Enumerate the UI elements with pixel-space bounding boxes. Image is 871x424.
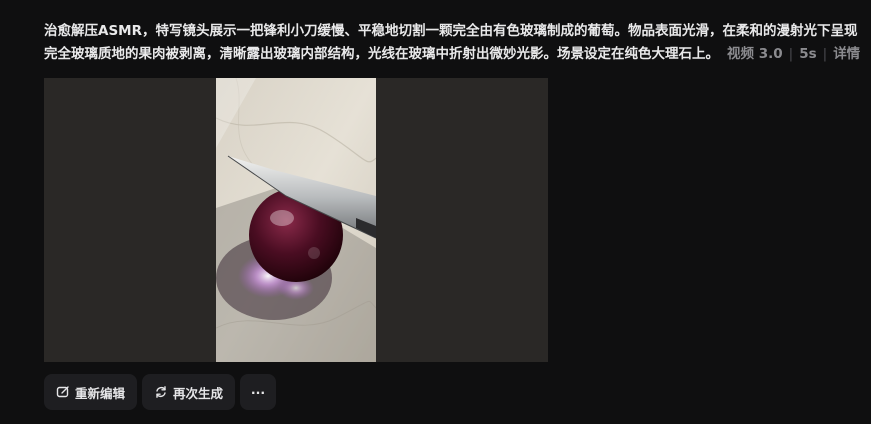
prompt-line-1: 治愈解压ASMR，特写镜头展示一把锋利小刀缓慢、平稳地切割一颗完全由有色玻璃制成… [44, 23, 858, 39]
more-options-button[interactable]: ··· [240, 374, 277, 410]
video-preview[interactable] [44, 78, 548, 362]
edit-icon [56, 386, 69, 398]
reedit-button-label: 重新编辑 [75, 385, 126, 401]
glass-grape-cutting-image [216, 78, 376, 362]
prompt-line-2: 完全玻璃质地的果肉被剥离，清晰露出玻璃内部结构，光线在玻璃中折射出微妙光影。场景… [44, 43, 871, 66]
prompt-text: 治愈解压ASMR，特写镜头展示一把锋利小刀缓慢、平稳地切割一颗完全由有色玻璃制成… [44, 20, 871, 66]
meta-separator: | [788, 46, 794, 62]
generation-card: 治愈解压ASMR，特写镜头展示一把锋利小刀缓慢、平稳地切割一颗完全由有色玻璃制成… [0, 0, 871, 424]
action-bar: 重新编辑 再次生成 ··· [44, 374, 277, 410]
regenerate-button[interactable]: 再次生成 [142, 374, 236, 410]
generation-meta: 视频 3.0 | 5s | 详情 [727, 46, 860, 62]
more-icon: ··· [250, 384, 266, 400]
reedit-button[interactable]: 重新编辑 [44, 374, 138, 410]
duration-label: 5s [799, 46, 817, 62]
regenerate-button-label: 再次生成 [173, 385, 224, 401]
video-thumbnail[interactable] [216, 78, 376, 362]
meta-separator: | [822, 46, 828, 62]
prompt-line-2-text: 完全玻璃质地的果肉被剥离，清晰露出玻璃内部结构，光线在玻璃中折射出微妙光影。场景… [44, 46, 719, 62]
model-version-label: 视频 3.0 [727, 46, 783, 62]
details-link[interactable]: 详情 [833, 46, 860, 62]
refresh-icon [156, 386, 166, 398]
